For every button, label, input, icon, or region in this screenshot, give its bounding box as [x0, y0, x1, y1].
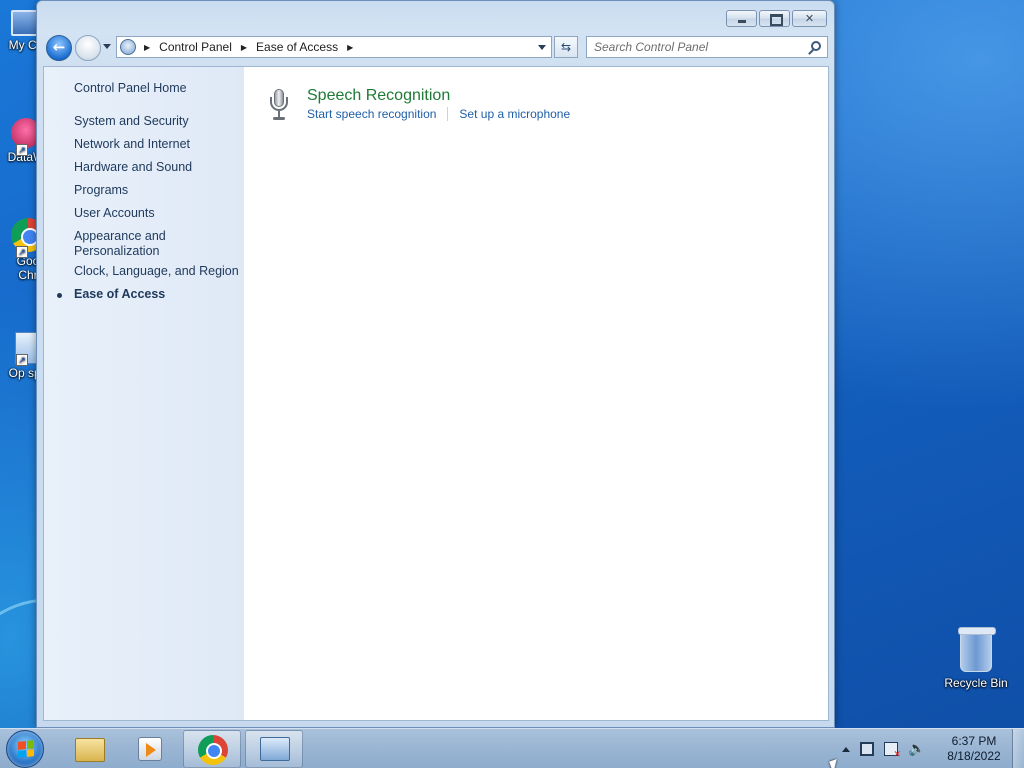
control-panel-home-link[interactable]: Control Panel Home	[74, 81, 239, 96]
show-hidden-icons-icon[interactable]	[842, 746, 850, 752]
microphone-icon	[270, 89, 288, 121]
nav-programs[interactable]: Programs	[74, 183, 239, 198]
windows-logo-icon	[18, 740, 34, 758]
recycle-bin-icon	[958, 627, 996, 672]
close-button[interactable]	[792, 10, 827, 27]
nav-appearance-and-personalization[interactable]: Appearance and Personalization	[74, 229, 194, 259]
notification-area: 🔈	[842, 729, 925, 768]
nav-user-accounts[interactable]: User Accounts	[74, 206, 239, 221]
search-icon[interactable]	[811, 41, 821, 51]
shortcut-arrow-icon: ↗	[16, 354, 28, 366]
taskbar-media-player-button[interactable]	[121, 730, 179, 768]
control-panel-window: ← ▶ Control Panel ▶ Ease of Access ▶ ⇆ C…	[36, 0, 835, 728]
main-content: Speech Recognition Start speech recognit…	[244, 67, 828, 720]
client-area: Control Panel Home System and Security N…	[43, 66, 829, 721]
volume-icon[interactable]: 🔈	[908, 741, 925, 757]
shortcut-arrow-icon: ↗	[16, 246, 28, 258]
breadcrumb-arrow-icon[interactable]: ▶	[347, 43, 353, 52]
shortcut-arrow-icon: ↗	[16, 144, 28, 156]
network-icon[interactable]	[860, 742, 874, 756]
taskbar-explorer-button[interactable]	[60, 730, 118, 768]
clock-time: 6:37 PM	[951, 734, 997, 748]
nav-network-and-internet[interactable]: Network and Internet	[74, 137, 239, 152]
breadcrumb-control-panel[interactable]: Control Panel	[158, 40, 233, 54]
link-divider	[447, 107, 449, 121]
address-bar[interactable]: ▶ Control Panel ▶ Ease of Access ▶	[116, 36, 552, 58]
nav-clock-language-region[interactable]: Clock, Language, and Region	[74, 264, 239, 279]
taskbar: 🔈 6:37 PM 8/18/2022	[0, 728, 1024, 768]
folder-icon	[75, 738, 105, 762]
back-button[interactable]: ←	[46, 35, 72, 61]
current-item-bullet-icon	[57, 293, 62, 298]
nav-hardware-and-sound[interactable]: Hardware and Sound	[74, 160, 239, 175]
taskbar-chrome-button[interactable]	[183, 730, 241, 768]
taskbar-clock[interactable]: 6:37 PM 8/18/2022	[936, 734, 1012, 764]
nav-system-and-security[interactable]: System and Security	[74, 114, 239, 129]
breadcrumb-arrow-icon[interactable]: ▶	[144, 43, 150, 52]
address-history-dropdown[interactable]	[533, 37, 551, 57]
search-box	[586, 36, 828, 58]
speech-recognition-tasks: Start speech recognition Set up a microp…	[307, 107, 570, 121]
forward-button[interactable]	[75, 35, 101, 61]
caption-buttons	[726, 10, 827, 27]
chrome-icon	[198, 735, 228, 765]
nav-ease-of-access[interactable]: Ease of Access	[74, 287, 239, 302]
left-navigation-pane: Control Panel Home System and Security N…	[44, 67, 244, 720]
show-desktop-button[interactable]	[1012, 729, 1024, 768]
speech-recognition-title-link[interactable]: Speech Recognition	[307, 87, 450, 105]
start-speech-recognition-link[interactable]: Start speech recognition	[307, 107, 436, 121]
minimize-button[interactable]	[726, 10, 757, 27]
taskbar-control-panel-button[interactable]	[245, 730, 303, 768]
control-panel-icon	[260, 737, 290, 761]
start-button[interactable]	[6, 730, 44, 768]
breadcrumb-ease-of-access[interactable]: Ease of Access	[255, 40, 339, 54]
action-center-icon[interactable]	[884, 742, 901, 760]
control-panel-icon	[120, 39, 136, 55]
media-player-icon	[138, 737, 162, 761]
recycle-bin-label: Recycle Bin	[944, 676, 1008, 690]
recent-pages-dropdown[interactable]	[103, 44, 111, 49]
clock-date: 8/18/2022	[947, 749, 1001, 763]
maximize-button[interactable]	[759, 10, 790, 27]
refresh-button[interactable]: ⇆	[554, 36, 578, 58]
set-up-microphone-link[interactable]: Set up a microphone	[459, 107, 570, 121]
search-input[interactable]	[587, 37, 803, 57]
breadcrumb-arrow-icon[interactable]: ▶	[241, 43, 247, 52]
desktop-icon-recycle-bin[interactable]: Recycle Bin	[938, 627, 1014, 690]
